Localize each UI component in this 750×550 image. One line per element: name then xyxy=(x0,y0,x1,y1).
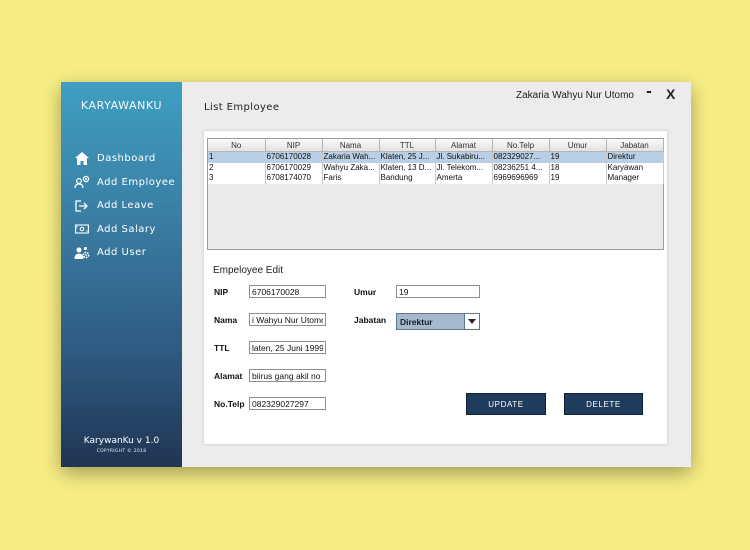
close-button[interactable]: X xyxy=(666,86,675,102)
column-header-no[interactable]: No xyxy=(208,139,266,152)
home-icon xyxy=(74,152,90,166)
alamat-label: Alamat xyxy=(214,371,243,381)
app-copyright: COPYRIGHT © 2018 xyxy=(96,449,147,454)
column-header-ttl[interactable]: TTL xyxy=(379,139,436,152)
column-header-nip[interactable]: NIP xyxy=(265,139,323,152)
minimize-button[interactable]: - xyxy=(646,84,652,100)
user-name: Zakaria Wahyu Nur Utomo xyxy=(516,90,634,101)
jabatan-label: Jabatan xyxy=(354,315,387,325)
sidebar-item-label: Add Employee xyxy=(97,176,176,188)
table-cell: Direktur xyxy=(606,151,664,163)
table-cell: Klaten, 13 D... xyxy=(379,162,436,173)
umur-label: Umur xyxy=(354,287,377,297)
table-cell: 08236251 4... xyxy=(492,162,550,173)
money-icon xyxy=(74,222,90,236)
chevron-down-icon[interactable] xyxy=(464,314,479,329)
delete-button[interactable]: DELETE xyxy=(564,393,643,415)
content-panel: No NIP Nama TTL Alamat No.Telp Umur Jaba… xyxy=(204,131,667,444)
column-header-no-telp[interactable]: No.Telp xyxy=(492,139,550,152)
nama-label: Nama xyxy=(214,315,238,325)
jabatan-select[interactable]: Direktur xyxy=(396,313,480,330)
table-row[interactable]: 1 6706170028 Zakaria Wah... Klaten, 25 J… xyxy=(208,151,664,163)
column-header-umur[interactable]: Umur xyxy=(549,139,607,152)
table-cell: 6706170029 xyxy=(265,162,323,173)
sidebar: KARYAWANKU Dashboard Add Employee Add Le… xyxy=(61,82,182,467)
table-row[interactable]: 2 6706170029 Wahyu Zaka... Klaten, 13 D.… xyxy=(208,162,664,173)
table-row[interactable]: 3 6708174070 Faris Bandung Amerta 696969… xyxy=(208,173,664,184)
column-header-jabatan[interactable]: Jabatan xyxy=(606,139,664,152)
ttl-label: TTL xyxy=(214,343,230,353)
table-cell: Amerta xyxy=(435,173,493,184)
users-add-icon xyxy=(74,175,90,189)
table-cell: 2 xyxy=(208,162,266,173)
column-header-nama[interactable]: Nama xyxy=(322,139,380,152)
sidebar-item-add-salary[interactable]: Add Salary xyxy=(74,218,175,242)
sidebar-nav: Dashboard Add Employee Add Leave Add Sal… xyxy=(74,147,175,265)
nip-field[interactable] xyxy=(249,285,326,298)
table-cell: 18 xyxy=(549,162,607,173)
sidebar-item-add-employee[interactable]: Add Employee xyxy=(74,171,175,195)
app-version: KarywanKu v 1.0 xyxy=(83,436,160,446)
table-cell: 082329027... xyxy=(492,151,550,163)
nama-field[interactable] xyxy=(249,313,326,326)
sidebar-item-dashboard[interactable]: Dashboard xyxy=(74,147,175,171)
ttl-field[interactable] xyxy=(249,341,326,354)
sign-out-icon xyxy=(74,199,90,213)
table-cell: Bandung xyxy=(379,173,436,184)
table-cell: 6969696969 xyxy=(492,173,550,184)
update-button[interactable]: UPDATE xyxy=(466,393,546,415)
no-telp-field[interactable] xyxy=(249,397,326,410)
table-header: No NIP Nama TTL Alamat No.Telp Umur Jaba… xyxy=(208,139,664,152)
sidebar-item-label: Add Leave xyxy=(97,200,154,212)
table-cell: 1 xyxy=(208,151,266,163)
sidebar-item-label: Dashboard xyxy=(97,153,156,165)
table-cell: Jl. Sukabiru... xyxy=(435,151,493,163)
table-cell: Manager xyxy=(606,173,664,184)
table-cell: Karyawan xyxy=(606,162,664,173)
sidebar-item-add-leave[interactable]: Add Leave xyxy=(74,194,175,218)
table-cell: Jl. Telekom... xyxy=(435,162,493,173)
app-brand: KARYAWANKU xyxy=(80,99,163,112)
employee-table[interactable]: No NIP Nama TTL Alamat No.Telp Umur Jaba… xyxy=(207,138,664,250)
table-cell: 3 xyxy=(208,173,266,184)
page-title: List Employee xyxy=(204,102,280,113)
nip-label: NIP xyxy=(214,287,229,297)
sidebar-item-add-user[interactable]: Add User xyxy=(74,241,175,265)
alamat-field[interactable] xyxy=(249,369,326,382)
app-window: KARYAWANKU Dashboard Add Employee Add Le… xyxy=(61,82,691,467)
umur-field[interactable] xyxy=(396,285,480,298)
table-cell: 6706170028 xyxy=(265,151,323,163)
table-cell: 6708174070 xyxy=(265,173,323,184)
user-gear-icon xyxy=(74,246,90,260)
table-cell: Faris xyxy=(322,173,380,184)
table-cell: Zakaria Wah... xyxy=(322,151,380,163)
sidebar-item-label: Add User xyxy=(97,247,147,259)
employee-grid: No NIP Nama TTL Alamat No.Telp Umur Jaba… xyxy=(208,139,664,184)
table-cell: Klaten, 25 J... xyxy=(379,151,436,163)
table-cell: 19 xyxy=(549,173,607,184)
column-header-alamat[interactable]: Alamat xyxy=(435,139,493,152)
table-cell: 19 xyxy=(549,151,607,163)
jabatan-selected-value: Direktur xyxy=(400,317,433,327)
edit-section-title: Empeloyee Edit xyxy=(213,265,284,276)
table-cell: Wahyu Zaka... xyxy=(322,162,380,173)
no-telp-label: No.Telp xyxy=(214,399,245,409)
sidebar-item-label: Add Salary xyxy=(97,223,156,235)
